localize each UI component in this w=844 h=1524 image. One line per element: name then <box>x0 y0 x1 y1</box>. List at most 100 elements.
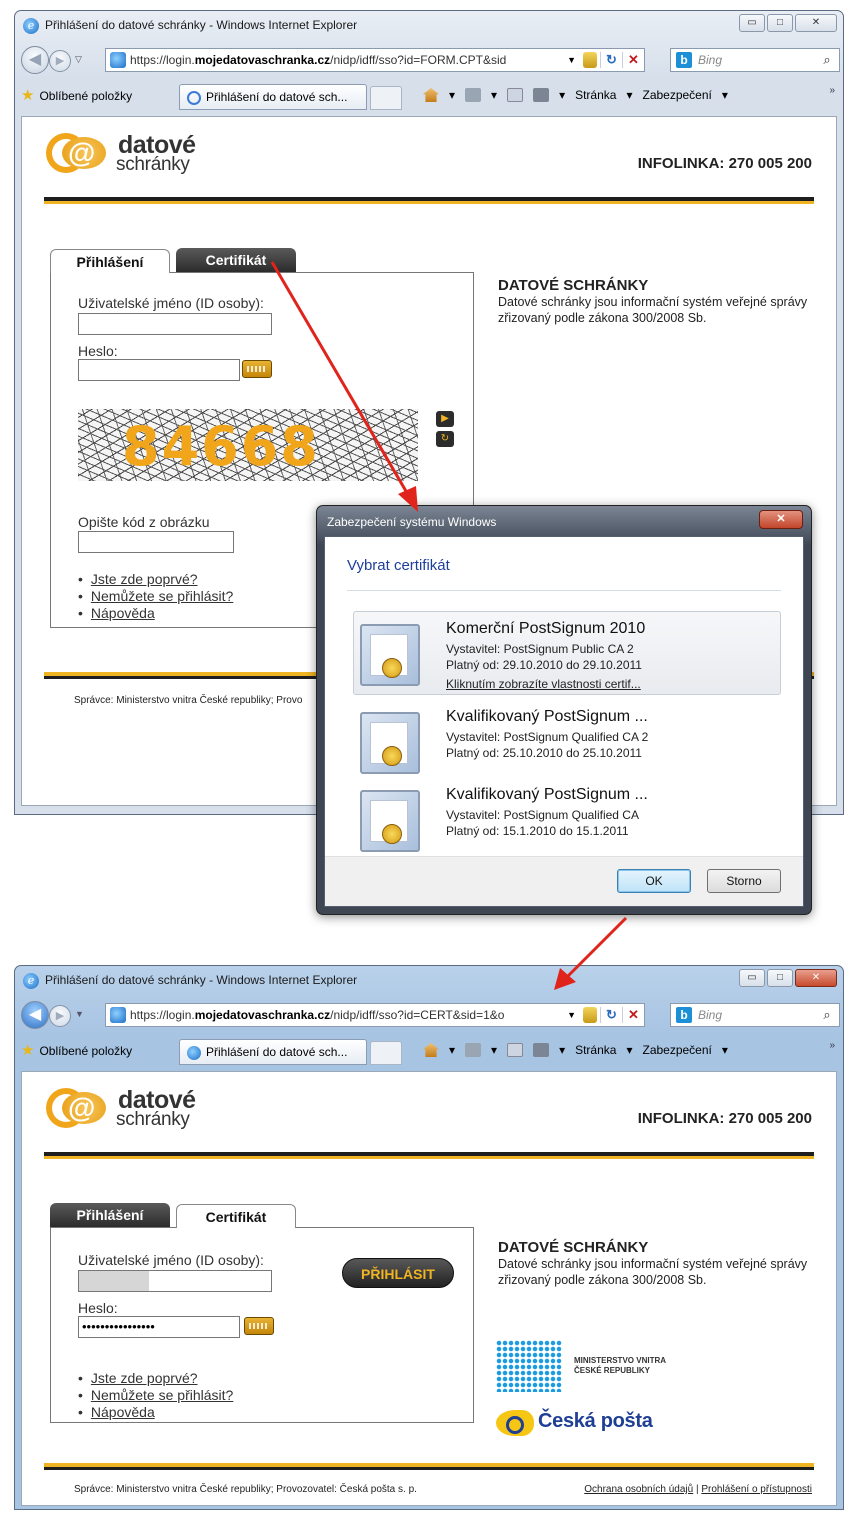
maximize-button[interactable]: □ <box>767 969 793 987</box>
search-placeholder: Bing <box>698 53 723 67</box>
lock-icon[interactable] <box>583 52 597 68</box>
reload-captcha-icon[interactable]: ↻ <box>436 431 454 447</box>
back-button[interactable]: ◀ <box>21 1001 49 1029</box>
infoline-phone: INFOLINKA: 270 005 200 <box>637 1110 812 1127</box>
page-menu[interactable]: Stránka <box>575 1043 616 1057</box>
browser-tab[interactable]: Přihlášení do datové sch... <box>179 1039 367 1065</box>
back-button[interactable]: ◀ <box>21 46 49 74</box>
title-bar: e Přihlášení do datové schránky - Window… <box>15 11 843 39</box>
certificate-item[interactable]: Kvalifikovaný PostSignum ... Vystavitel:… <box>353 777 781 861</box>
history-dropdown-icon[interactable]: ▼ <box>75 1009 84 1019</box>
command-bar: ▾ ▾ ▾ Stránka ▾ Zabezpečení ▾ <box>423 88 728 102</box>
browser-tab[interactable]: Přihlášení do datové sch... <box>179 84 367 110</box>
security-menu[interactable]: Zabezpečení <box>642 1043 711 1057</box>
feeds-icon[interactable] <box>465 1043 482 1057</box>
favorites-button[interactable]: ★ Oblíbené položky <box>21 88 132 103</box>
url-text[interactable]: https://login.mojedatovaschranka.cz/nidp… <box>130 1008 563 1022</box>
forward-button[interactable]: ▶ <box>49 1005 71 1027</box>
close-window-button[interactable]: ✕ <box>795 14 837 32</box>
certificate-issuer: Vystavitel: PostSignum Qualified CA <box>446 808 639 822</box>
password-input[interactable] <box>78 359 240 381</box>
footer-divider <box>44 1463 814 1470</box>
dialog-close-button[interactable]: ✕ <box>759 510 803 529</box>
captcha-input[interactable] <box>78 531 234 553</box>
ministry-emblem-icon <box>496 1340 562 1392</box>
refresh-button[interactable]: ↻ <box>600 52 622 68</box>
link-first-time[interactable]: Jste zde poprvé? <box>91 1370 198 1386</box>
virtual-keyboard-icon[interactable] <box>242 360 272 378</box>
tab-login[interactable]: Přihlášení <box>50 249 170 273</box>
address-bar[interactable]: https://login.mojedatovaschranka.cz/nidp… <box>105 48 645 72</box>
more-chevron-icon[interactable]: » <box>829 1040 835 1051</box>
minimize-button[interactable]: ▭ <box>739 969 765 987</box>
maximize-button[interactable]: □ <box>767 14 793 32</box>
link-accessibility[interactable]: Prohlášení o přístupnosti <box>701 1484 812 1495</box>
certificate-icon <box>360 624 420 686</box>
search-icon[interactable]: ⌕ <box>815 52 839 68</box>
certificate-validity: Platný od: 29.10.2010 do 29.10.2011 <box>446 658 642 672</box>
certificate-item[interactable]: Komerční PostSignum 2010 Vystavitel: Pos… <box>353 611 781 695</box>
info-text: Datové schránky jsou informační systém v… <box>498 1257 808 1287</box>
home-icon[interactable] <box>423 88 439 102</box>
minimize-button[interactable]: ▭ <box>739 14 765 32</box>
certificate-validity: Platný od: 15.1.2010 do 15.1.2011 <box>446 824 629 838</box>
login-submit-button[interactable]: PŘIHLÁSIT <box>342 1258 454 1288</box>
password-input[interactable]: •••••••••••••••• <box>78 1316 240 1338</box>
refresh-button[interactable]: ↻ <box>600 1007 622 1023</box>
certificate-properties-link[interactable]: Kliknutím zobrazíte vlastnosti certif... <box>446 677 641 691</box>
header-divider <box>44 197 814 204</box>
address-dropdown-icon[interactable]: ▼ <box>567 55 576 65</box>
search-box[interactable]: b Bing ⌕ <box>670 1003 840 1027</box>
link-cannot-login[interactable]: Nemůžete se přihlásit? <box>91 1387 233 1403</box>
mail-icon[interactable] <box>507 1043 524 1057</box>
username-input[interactable] <box>78 313 272 335</box>
stop-button[interactable]: ✕ <box>622 1007 644 1023</box>
tab-certificate[interactable]: Certifikát <box>176 1204 296 1228</box>
dialog-title: Zabezpečení systému Windows <box>327 515 497 529</box>
link-privacy[interactable]: Ochrana osobních údajů <box>584 1484 693 1495</box>
new-tab-button[interactable] <box>370 86 402 110</box>
stop-button[interactable]: ✕ <box>622 52 644 68</box>
certificate-name: Komerční PostSignum 2010 <box>446 620 646 637</box>
forward-button[interactable]: ▶ <box>49 50 71 72</box>
mail-icon[interactable] <box>507 88 524 102</box>
lock-icon[interactable] <box>583 1007 597 1023</box>
dialog-divider <box>347 590 781 591</box>
link-help[interactable]: Nápověda <box>91 605 155 621</box>
feeds-icon[interactable] <box>465 88 482 102</box>
page-menu[interactable]: Stránka <box>575 88 616 102</box>
history-dropdown-icon[interactable]: ▽ <box>75 54 82 65</box>
ok-button[interactable]: OK <box>617 869 691 893</box>
dialog-footer: OK Storno <box>325 856 803 906</box>
play-audio-icon[interactable]: ▶ <box>436 411 454 427</box>
address-bar[interactable]: https://login.mojedatovaschranka.cz/nidp… <box>105 1003 645 1027</box>
virtual-keyboard-icon[interactable] <box>244 1317 274 1335</box>
star-icon: ★ <box>21 87 35 104</box>
print-icon[interactable] <box>533 1043 550 1057</box>
link-first-time[interactable]: Jste zde poprvé? <box>91 571 198 587</box>
browser-window-after: e Přihlášení do datové schránky - Window… <box>14 965 844 1510</box>
new-tab-button[interactable] <box>370 1041 402 1065</box>
favorites-button[interactable]: ★ Oblíbené položky <box>21 1043 132 1058</box>
search-box[interactable]: b Bing ⌕ <box>670 48 840 72</box>
link-help[interactable]: Nápověda <box>91 1404 155 1420</box>
tab-login[interactable]: Přihlášení <box>50 1203 170 1227</box>
username-input[interactable] <box>78 1270 272 1292</box>
cancel-button[interactable]: Storno <box>707 869 781 893</box>
link-cannot-login[interactable]: Nemůžete se přihlásit? <box>91 588 233 604</box>
close-window-button[interactable]: ✕ <box>795 969 837 987</box>
security-menu[interactable]: Zabezpečení <box>642 88 711 102</box>
print-icon[interactable] <box>533 88 550 102</box>
more-chevron-icon[interactable]: » <box>829 85 835 96</box>
favorites-bar: ★ Oblíbené položky Přihlášení do datové s… <box>15 81 843 113</box>
home-icon[interactable] <box>423 1043 439 1057</box>
footer-text: Správce: Ministerstvo vnitra České repub… <box>74 1484 417 1495</box>
url-text[interactable]: https://login.mojedatovaschranka.cz/nidp… <box>130 53 563 67</box>
username-label: Uživatelské jméno (ID osoby): <box>78 1252 264 1268</box>
address-dropdown-icon[interactable]: ▼ <box>567 1010 576 1020</box>
tab-certificate[interactable]: Certifikát <box>176 248 296 272</box>
infoline-phone: INFOLINKA: 270 005 200 <box>637 155 812 172</box>
certificate-item[interactable]: Kvalifikovaný PostSignum ... Vystavitel:… <box>353 699 781 783</box>
username-label: Uživatelské jméno (ID osoby): <box>78 295 264 311</box>
search-icon[interactable]: ⌕ <box>815 1007 839 1023</box>
